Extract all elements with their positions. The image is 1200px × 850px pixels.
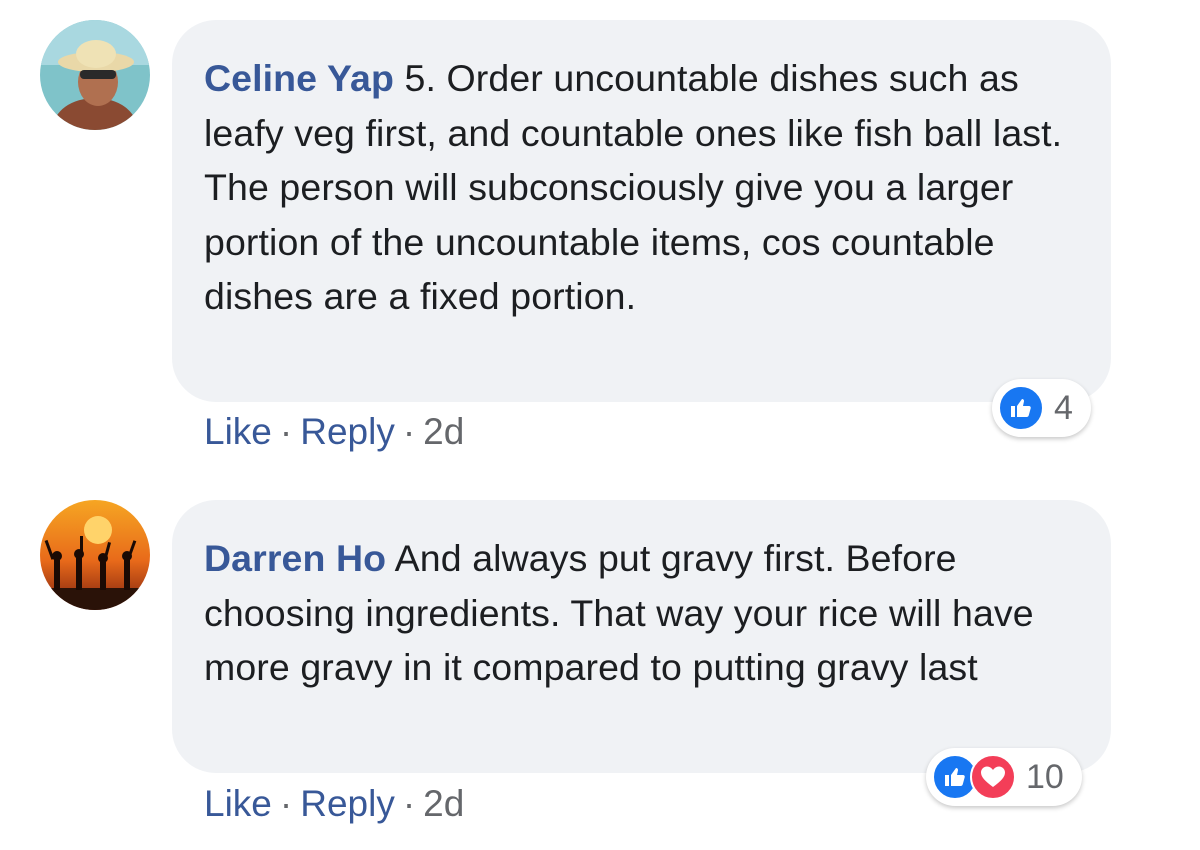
comment-timestamp[interactable]: 2d	[423, 411, 464, 452]
comment-actions: Like · Reply · 2d	[204, 410, 464, 454]
love-icon	[970, 754, 1016, 800]
comment-bubble: Darren Ho And always put gravy first. Be…	[172, 500, 1111, 773]
separator: ·	[279, 411, 293, 452]
avatar[interactable]	[40, 500, 150, 610]
comment-timestamp[interactable]: 2d	[423, 783, 464, 824]
separator: ·	[402, 783, 416, 824]
avatar[interactable]	[40, 20, 150, 130]
reply-button[interactable]: Reply	[300, 783, 395, 824]
reaction-count: 10	[1026, 757, 1064, 796]
comment-author-link[interactable]: Darren Ho	[204, 537, 386, 579]
reactions-summary[interactable]: 4	[992, 379, 1091, 437]
reply-button[interactable]: Reply	[300, 411, 395, 452]
like-button[interactable]: Like	[204, 783, 272, 824]
comment-author-link[interactable]: Celine Yap	[204, 57, 394, 99]
like-button[interactable]: Like	[204, 411, 272, 452]
separator: ·	[279, 783, 293, 824]
comment-bubble: Celine Yap 5. Order uncountable dishes s…	[172, 20, 1111, 402]
reactions-summary[interactable]: 10	[926, 748, 1082, 806]
like-icon	[998, 385, 1044, 431]
separator: ·	[402, 411, 416, 452]
reaction-count: 4	[1054, 388, 1073, 427]
comment-actions: Like · Reply · 2d	[204, 782, 464, 826]
